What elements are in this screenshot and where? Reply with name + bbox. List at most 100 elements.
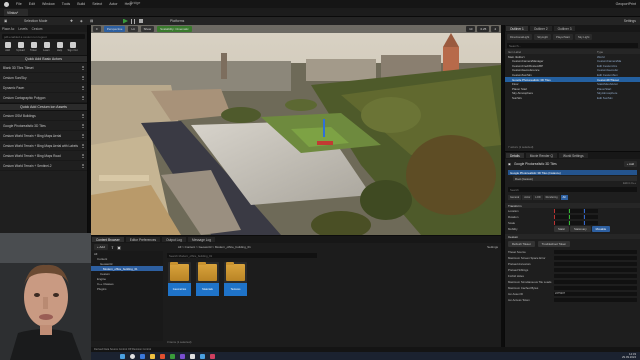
taskbar-app-icon[interactable] (210, 353, 215, 359)
token-button[interactable]: Token (28, 42, 39, 54)
property-value[interactable] (554, 249, 637, 254)
category-lod[interactable]: LOD (533, 194, 543, 200)
folder-tile[interactable]: Textures (224, 262, 247, 296)
grid-snap-value[interactable]: 10 (466, 26, 476, 32)
folder-tile[interactable]: Materials (196, 262, 219, 296)
filter-button[interactable]: PlayerStart (553, 34, 573, 40)
component-root-instance[interactable]: Google Photorealistic 3D Tiles (Instance… (508, 169, 637, 175)
camera-speed-value[interactable]: 4 (491, 26, 499, 32)
taskbar-app-icon[interactable] (200, 353, 205, 359)
tab-level[interactable]: Vilnius* (4, 9, 28, 16)
table-row[interactable]: Player Start PlayerStart (505, 86, 640, 91)
tab-movie-render-queue[interactable]: Movie Render Q (525, 153, 557, 158)
table-row[interactable]: CesiumCameraManager CesiumCameraMa (505, 59, 640, 64)
property-value[interactable] (554, 285, 637, 290)
location-y-field[interactable] (569, 208, 583, 213)
details-search-input[interactable]: Search (508, 186, 637, 192)
drag-handle-icon[interactable] (82, 114, 84, 118)
mobility-movable[interactable]: Movable (591, 225, 611, 232)
hamburger-menu-icon[interactable]: ≡ (93, 26, 101, 32)
drag-handle-icon[interactable] (82, 124, 84, 128)
perspective-dropdown[interactable]: Perspective (103, 26, 126, 32)
search-icon[interactable] (130, 353, 135, 359)
menu-window[interactable]: Window (42, 2, 55, 6)
stop-icon[interactable] (139, 19, 143, 23)
upload-button[interactable]: Upload (15, 42, 26, 54)
list-item[interactable]: Dynamic Pawn (0, 83, 87, 93)
pause-icon[interactable] (131, 18, 135, 24)
add-asset-button[interactable]: + Add (94, 244, 108, 250)
ion-asset-id-field[interactable]: 2275207 (554, 291, 637, 296)
filter-button[interactable]: SkyLight (534, 34, 552, 40)
tab-content-browser[interactable]: Content Browser (92, 237, 124, 242)
actor-name[interactable]: Google Photorealistic 3D Tiles (514, 162, 621, 166)
ion-token-field[interactable] (554, 297, 637, 302)
settings-dropdown[interactable]: Settings (624, 19, 636, 23)
menu-edit[interactable]: Edit (29, 2, 35, 6)
property-value[interactable] (554, 267, 637, 272)
system-clock[interactable]: 14:33 29.09.2024 (622, 352, 636, 359)
tab-output-log[interactable]: Output Log (162, 237, 186, 242)
table-row-selected[interactable]: Google Photorealistic 3D Tiles Cesium3DTi… (505, 76, 640, 82)
tab-message-log[interactable]: Message Log (187, 237, 216, 242)
lit-dropdown[interactable]: Lit (128, 26, 138, 32)
platforms-dropdown[interactable]: Platforms (170, 19, 184, 23)
tab-world-settings[interactable]: World Settings (558, 153, 588, 158)
drag-handle-icon[interactable] (82, 86, 84, 90)
add-component-button[interactable]: + Add (623, 161, 637, 167)
location-x-field[interactable] (554, 208, 568, 213)
column-type[interactable]: Type (597, 50, 637, 54)
taskbar-app-icon[interactable] (170, 353, 175, 359)
list-item[interactable]: Cesium World Terrain + Bing Maps Aerial (0, 131, 87, 141)
edit-in-cpp-link[interactable]: Edit in C++ (505, 182, 640, 185)
taskbar-app-icon[interactable] (140, 353, 145, 359)
save-icon[interactable]: ▣ (4, 19, 7, 23)
list-item[interactable]: Cesium Cartographic Polygon (0, 93, 87, 103)
category-general[interactable]: General (508, 194, 522, 200)
play-icon[interactable] (123, 18, 128, 24)
selection-mode-dropdown[interactable]: Selection Mode (24, 19, 47, 23)
menu-build[interactable]: Build (77, 2, 85, 6)
tab-levels[interactable]: Levels (18, 27, 27, 31)
unreal-logo-icon[interactable] (4, 1, 9, 7)
content-settings-button[interactable]: Settings (487, 245, 498, 249)
property-value[interactable] (554, 255, 637, 260)
column-item-label[interactable]: Item Label (508, 50, 597, 54)
category-actor[interactable]: Actor (522, 194, 533, 200)
drag-handle-icon[interactable] (82, 134, 84, 138)
list-item[interactable]: Cesium OSM Buildings (0, 111, 87, 121)
tab-outliner-3[interactable]: Outliner 3 (553, 26, 576, 31)
save-all-icon[interactable]: ▣ (117, 245, 121, 250)
list-item[interactable]: Cesium World Terrain + Bing Maps Road (0, 151, 87, 161)
component-root[interactable]: Root (Cesium) (513, 175, 637, 181)
taskbar-app-icon[interactable] (180, 353, 185, 359)
category-rendering[interactable]: Rendering (543, 194, 560, 200)
sign-out-button[interactable]: Sign Out (67, 42, 78, 54)
list-item[interactable]: Cesium World Terrain + Bing Maps Aerial … (0, 141, 87, 151)
rotation-z-field[interactable] (584, 214, 598, 219)
table-row[interactable]: Main (Editor) World (505, 54, 640, 59)
folder-tile[interactable]: Geometries (168, 262, 191, 296)
table-row[interactable]: CesiumGeoreference CesiumGeorefer (505, 68, 640, 73)
blueprint-icon[interactable]: ◈ (80, 19, 83, 23)
drag-handle-icon[interactable] (82, 66, 84, 70)
drag-handle-icon[interactable] (82, 164, 84, 168)
learn-button[interactable]: Learn (41, 42, 52, 54)
import-icon[interactable]: ⇪ (111, 245, 114, 250)
tab-outliner-1[interactable]: Outliner 1 (506, 26, 528, 31)
property-value[interactable] (554, 279, 637, 284)
help-button[interactable]: Help (54, 42, 65, 54)
menu-file[interactable]: File (16, 2, 22, 6)
level-viewport[interactable]: ≡ Perspective Lit Show Scalability: Cine… (91, 25, 501, 235)
add-button[interactable]: Add (2, 42, 13, 54)
drag-handle-icon[interactable] (82, 76, 84, 80)
list-item[interactable]: Blank 3D Tiles Tileset (0, 63, 87, 73)
scalability-dropdown[interactable]: Scalability: Cinematic (157, 26, 192, 32)
drag-handle-icon[interactable] (82, 96, 84, 100)
tab-editor-preferences[interactable]: Editor Preferences (125, 237, 161, 242)
refresh-tileset-button[interactable]: Refresh Tileset (508, 240, 535, 247)
tab-place-actors[interactable]: Place Ac (2, 27, 14, 31)
mobility-static[interactable]: Static (554, 225, 569, 232)
category-all[interactable]: All (560, 194, 568, 200)
add-content-icon[interactable]: ✚ (70, 19, 73, 23)
